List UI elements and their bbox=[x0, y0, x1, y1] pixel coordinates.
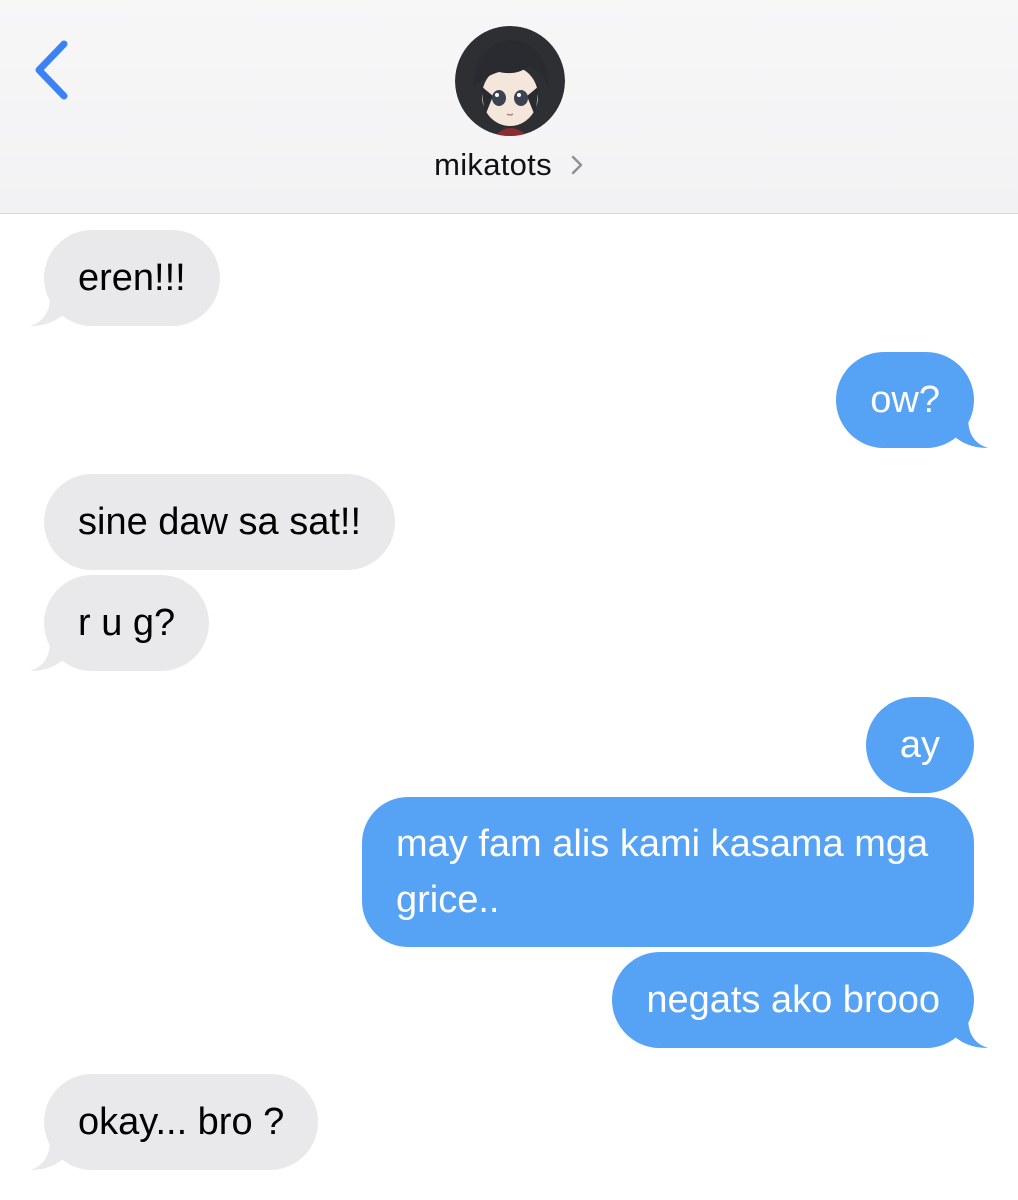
message-bubble-outgoing[interactable]: ay bbox=[865, 697, 974, 793]
contact-name-button[interactable]: mikatots bbox=[0, 140, 1018, 190]
bubble-tail-incoming bbox=[30, 296, 68, 326]
message-text: may fam alis kami kasama mga grice.. bbox=[396, 823, 929, 921]
chevron-right-icon bbox=[571, 155, 583, 175]
chevron-left-icon[interactable] bbox=[26, 34, 76, 106]
message-bubble-outgoing[interactable]: negats ako brooo bbox=[612, 952, 974, 1048]
message-bubble-incoming[interactable]: okay... bro ? bbox=[44, 1074, 319, 1170]
conversation-header: mikatots bbox=[0, 0, 1018, 214]
contact-name: mikatots bbox=[434, 147, 552, 182]
message-text: sine daw sa sat!! bbox=[78, 501, 362, 543]
contact-avatar[interactable] bbox=[455, 26, 565, 136]
message-bubble-incoming[interactable]: r u g? bbox=[44, 575, 210, 671]
bubble-tail-incoming bbox=[30, 1140, 68, 1170]
message-text: eren!!! bbox=[78, 257, 186, 299]
bubble-tail-incoming bbox=[30, 641, 68, 671]
message-bubble-outgoing[interactable]: may fam alis kami kasama mga grice.. bbox=[362, 797, 974, 947]
message-text: r u g? bbox=[78, 602, 176, 644]
message-text: negats ako brooo bbox=[646, 979, 940, 1021]
message-text: ow? bbox=[870, 379, 940, 421]
bubble-tail-outgoing bbox=[950, 1018, 988, 1048]
bubble-tail-outgoing bbox=[950, 418, 988, 448]
message-text: ay bbox=[899, 724, 940, 766]
message-text: okay... bro ? bbox=[78, 1101, 285, 1143]
message-bubble-incoming[interactable]: eren!!! bbox=[44, 230, 220, 326]
message-bubble-incoming[interactable]: sine daw sa sat!! bbox=[44, 474, 396, 570]
